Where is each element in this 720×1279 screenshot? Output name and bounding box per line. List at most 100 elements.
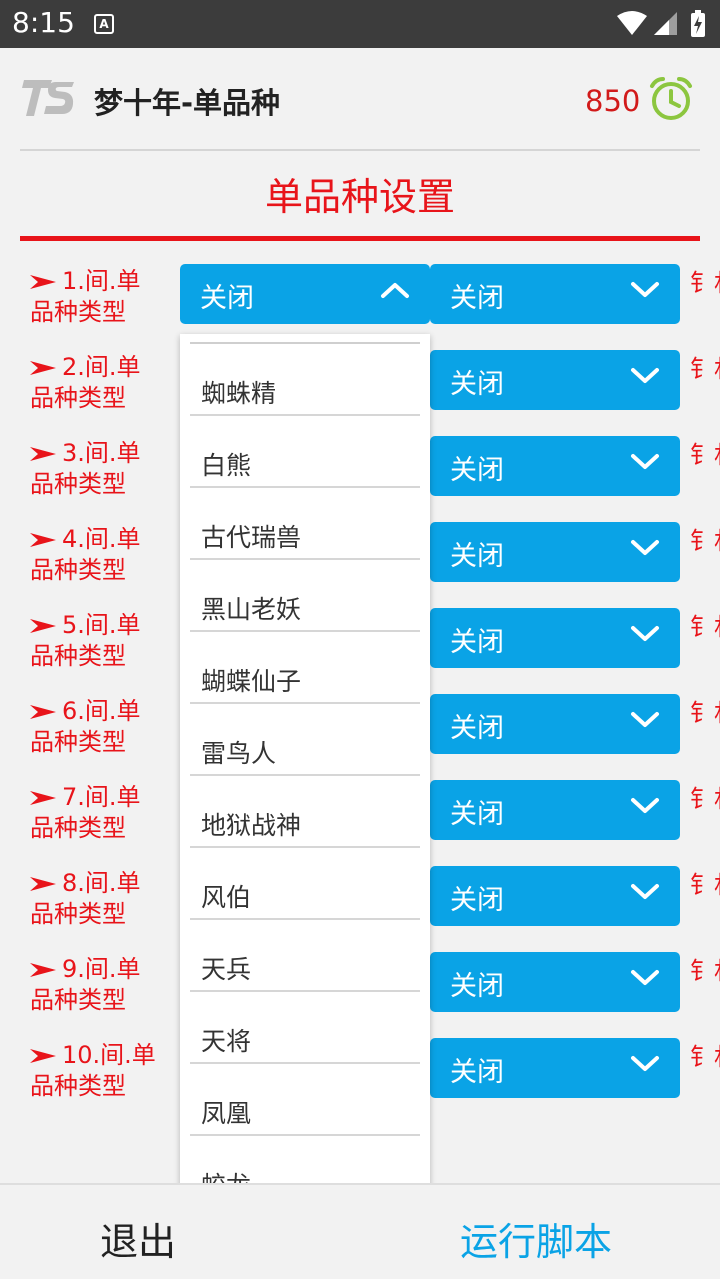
row-label-line1: 3.间.单 bbox=[62, 439, 141, 467]
row-label: 2.间.单 品种类型 bbox=[30, 352, 170, 413]
alarm-clock-icon[interactable] bbox=[648, 76, 694, 122]
select-value: 关闭 bbox=[450, 971, 504, 1002]
chevron-up-icon bbox=[380, 280, 410, 304]
select-value: 关闭 bbox=[450, 885, 504, 916]
status-time: 8:15 bbox=[12, 6, 75, 39]
row-label: 10.间.单 品种类型 bbox=[30, 1040, 170, 1101]
clipped-label: 钅杉 bbox=[690, 784, 720, 814]
clipped-label: 钅杉 bbox=[690, 268, 720, 298]
clipped-label: 钅杉 bbox=[690, 440, 720, 470]
variety-select[interactable]: 关闭 bbox=[430, 952, 680, 1012]
row-label: 8.间.单品种类型 bbox=[30, 868, 170, 929]
dropdown-option[interactable]: 雷鸟人 bbox=[190, 704, 420, 776]
dropdown-option[interactable]: 白熊 bbox=[190, 416, 420, 488]
chevron-down-icon bbox=[630, 538, 660, 562]
chevron-down-icon bbox=[630, 1054, 660, 1078]
row-label-line2: 品种类型 bbox=[30, 728, 126, 756]
row-label: 6.间.单品种类型 bbox=[30, 696, 170, 757]
variety-select[interactable]: 关闭 bbox=[430, 436, 680, 496]
row-label-line1: 8.间.单 bbox=[62, 869, 141, 897]
dropdown-option[interactable]: 蜘蛛精 bbox=[190, 344, 420, 416]
dropdown-option-label: 白熊 bbox=[201, 451, 252, 480]
chevron-down-icon bbox=[630, 452, 660, 476]
select-value: 关闭 bbox=[450, 799, 504, 830]
type-dropdown-list[interactable]: 蜘蛛精白熊古代瑞兽黑山老妖蝴蝶仙子雷鸟人地狱战神风伯天兵天将凤凰蛟龙雨师 bbox=[180, 334, 430, 1279]
arrow-icon bbox=[30, 955, 58, 985]
dropdown-option[interactable]: 天将 bbox=[190, 992, 420, 1064]
clipped-label: 钅杉 bbox=[690, 1042, 720, 1072]
chevron-down-icon bbox=[630, 624, 660, 648]
row-label: 1.间.单品种类型 bbox=[30, 266, 170, 327]
arrow-icon bbox=[30, 869, 58, 899]
select-value: 关闭 bbox=[200, 283, 254, 314]
row-label-line2: 品种类型 bbox=[30, 900, 126, 928]
variety-select[interactable]: 关闭 bbox=[430, 780, 680, 840]
row-label-line1: 1.间.单 bbox=[62, 267, 141, 295]
dropdown-option-label: 天将 bbox=[201, 1027, 252, 1056]
bottom-bar: 退出 运行脚本 bbox=[0, 1183, 720, 1279]
row-label-line2: 品种类型 bbox=[30, 1072, 126, 1100]
variety-select[interactable]: 关闭 bbox=[430, 866, 680, 926]
variety-select[interactable]: 关闭 bbox=[430, 264, 680, 324]
arrow-icon bbox=[30, 697, 58, 727]
dropdown-option[interactable]: 凤凰 bbox=[190, 1064, 420, 1136]
dropdown-option[interactable]: 风伯 bbox=[190, 848, 420, 920]
clipped-label-text: 钅杉 bbox=[690, 441, 720, 469]
section-title: 单品种设置 bbox=[264, 175, 455, 219]
row-label-line1: 7.间.单 bbox=[62, 783, 141, 811]
clipped-label-text: 钅杉 bbox=[690, 957, 720, 985]
dropdown-option[interactable]: 蝴蝶仙子 bbox=[190, 632, 420, 704]
clipped-label: 钅杉 bbox=[690, 612, 720, 642]
app-title: 梦十年-单品种 bbox=[94, 86, 281, 120]
signal-icon bbox=[654, 12, 677, 35]
clipped-label-text: 钅杉 bbox=[690, 527, 720, 555]
row-label-line2: 品种类型 bbox=[30, 814, 126, 842]
select-value: 关闭 bbox=[450, 1057, 504, 1088]
row-label-line2: 品种类型 bbox=[30, 470, 126, 498]
dropdown-option-label: 古代瑞兽 bbox=[201, 523, 302, 552]
clipped-label-text: 钅杉 bbox=[690, 613, 720, 641]
clipped-label-text: 钅杉 bbox=[690, 871, 720, 899]
clipped-label: 钅杉 bbox=[690, 956, 720, 986]
variety-select[interactable]: 关闭 bbox=[430, 1038, 680, 1098]
select-value: 关闭 bbox=[450, 455, 504, 486]
app-header: 梦十年-单品种 850 bbox=[0, 48, 720, 152]
ts-logo-icon bbox=[22, 80, 74, 116]
dropdown-option[interactable]: 黑山老妖 bbox=[190, 560, 420, 632]
dropdown-option[interactable]: 地狱战神 bbox=[190, 776, 420, 848]
row-label: 5.间.单 品种类型 bbox=[30, 610, 170, 671]
clipped-label: 钅杉 bbox=[690, 870, 720, 900]
row-label: 7.间.单品种类型 bbox=[30, 782, 170, 843]
row-label-line1: 4.间.单 bbox=[62, 525, 141, 553]
variety-select[interactable]: 关闭 bbox=[430, 608, 680, 668]
variety-select[interactable]: 关闭 bbox=[430, 350, 680, 410]
section-divider bbox=[20, 236, 700, 241]
dropdown-option-label: 黑山老妖 bbox=[201, 595, 302, 624]
wifi-icon bbox=[617, 11, 647, 35]
variety-select[interactable]: 关闭 bbox=[430, 694, 680, 754]
arrow-icon bbox=[30, 439, 58, 469]
arrow-icon bbox=[30, 353, 58, 383]
dropdown-option[interactable]: 天兵 bbox=[190, 920, 420, 992]
row-label-line1: 5.间.单 bbox=[62, 611, 141, 639]
run-script-button[interactable]: 运行脚本 bbox=[460, 1211, 612, 1266]
arrow-icon bbox=[30, 525, 58, 555]
row-label-line1: 2.间.单 bbox=[62, 353, 141, 381]
chevron-down-icon bbox=[630, 882, 660, 906]
dropdown-option[interactable]: 古代瑞兽 bbox=[190, 488, 420, 560]
arrow-icon bbox=[30, 783, 58, 813]
battery-charging-icon bbox=[691, 10, 705, 37]
clipped-label-text: 钅杉 bbox=[690, 785, 720, 813]
notification-icon: A bbox=[94, 14, 114, 34]
chevron-down-icon bbox=[630, 796, 660, 820]
type-select-open[interactable]: 关闭 bbox=[180, 264, 430, 324]
status-bar: 8:15 A bbox=[0, 0, 720, 48]
chevron-down-icon bbox=[630, 280, 660, 304]
exit-button[interactable]: 退出 bbox=[100, 1211, 176, 1266]
row-label-line1: 6.间.单 bbox=[62, 697, 141, 725]
dropdown-option-label: 天兵 bbox=[201, 955, 252, 984]
variety-select[interactable]: 关闭 bbox=[430, 522, 680, 582]
dropdown-option-label: 风伯 bbox=[201, 883, 252, 912]
row-label-line2: 品种类型 bbox=[30, 298, 126, 326]
select-value: 关闭 bbox=[450, 369, 504, 400]
